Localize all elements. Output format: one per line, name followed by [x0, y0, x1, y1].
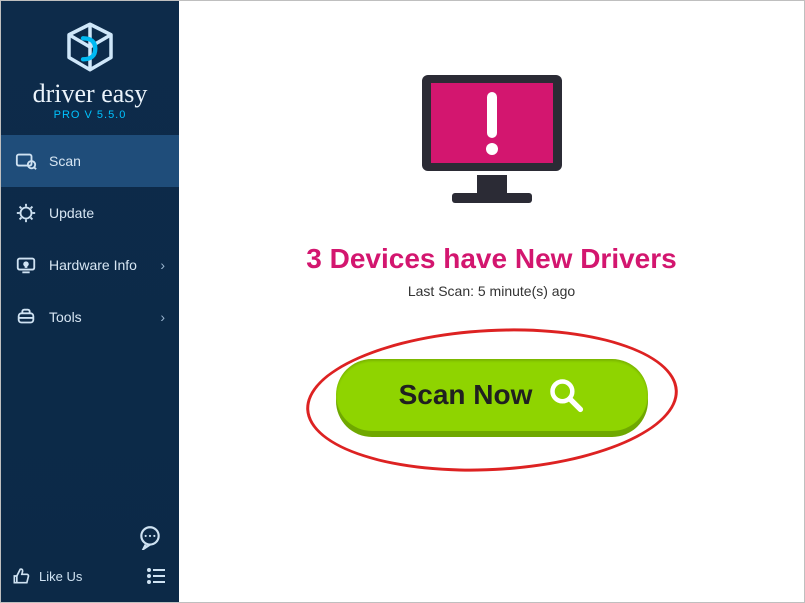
sidebar-item-scan[interactable]: Scan: [1, 135, 179, 187]
brand-version: PRO V 5.5.0: [1, 109, 179, 121]
sidebar-item-tools[interactable]: Tools ›: [1, 291, 179, 343]
nav: Scan Update i: [1, 135, 179, 343]
sidebar-item-label: Update: [49, 205, 94, 221]
update-icon: [15, 202, 37, 224]
sidebar-item-label: Tools: [49, 309, 82, 325]
like-us-label: Like Us: [39, 569, 82, 584]
brand-name: driver easy: [1, 81, 179, 107]
scan-now-button[interactable]: Scan Now: [336, 359, 648, 431]
chevron-right-icon: ›: [160, 257, 165, 273]
logo-icon: [62, 19, 118, 75]
tools-icon: [15, 306, 37, 328]
sidebar-item-hardware-info[interactable]: i Hardware Info ›: [1, 239, 179, 291]
like-us-button[interactable]: Like Us: [11, 566, 82, 586]
scan-button-area: Scan Now: [312, 335, 672, 465]
alert-monitor-icon: [407, 67, 577, 217]
sidebar-footer: Like Us: [1, 516, 179, 602]
feedback-icon[interactable]: [137, 524, 163, 550]
scan-icon: [15, 150, 37, 172]
sidebar: driver easy PRO V 5.5.0 Scan: [1, 1, 179, 602]
sidebar-item-label: Hardware Info: [49, 257, 137, 273]
search-icon: [548, 377, 584, 413]
scan-now-label: Scan Now: [399, 379, 533, 411]
chevron-right-icon: ›: [160, 309, 165, 325]
brand-block: driver easy PRO V 5.5.0: [1, 1, 179, 127]
main-content: 3 Devices have New Drivers Last Scan: 5 …: [179, 1, 804, 602]
headline: 3 Devices have New Drivers: [306, 243, 676, 275]
hardware-icon: i: [15, 254, 37, 276]
sidebar-item-update[interactable]: Update: [1, 187, 179, 239]
menu-list-icon[interactable]: [145, 564, 169, 588]
last-scan-text: Last Scan: 5 minute(s) ago: [408, 283, 575, 299]
thumbs-up-icon: [11, 566, 31, 586]
sidebar-item-label: Scan: [49, 153, 81, 169]
